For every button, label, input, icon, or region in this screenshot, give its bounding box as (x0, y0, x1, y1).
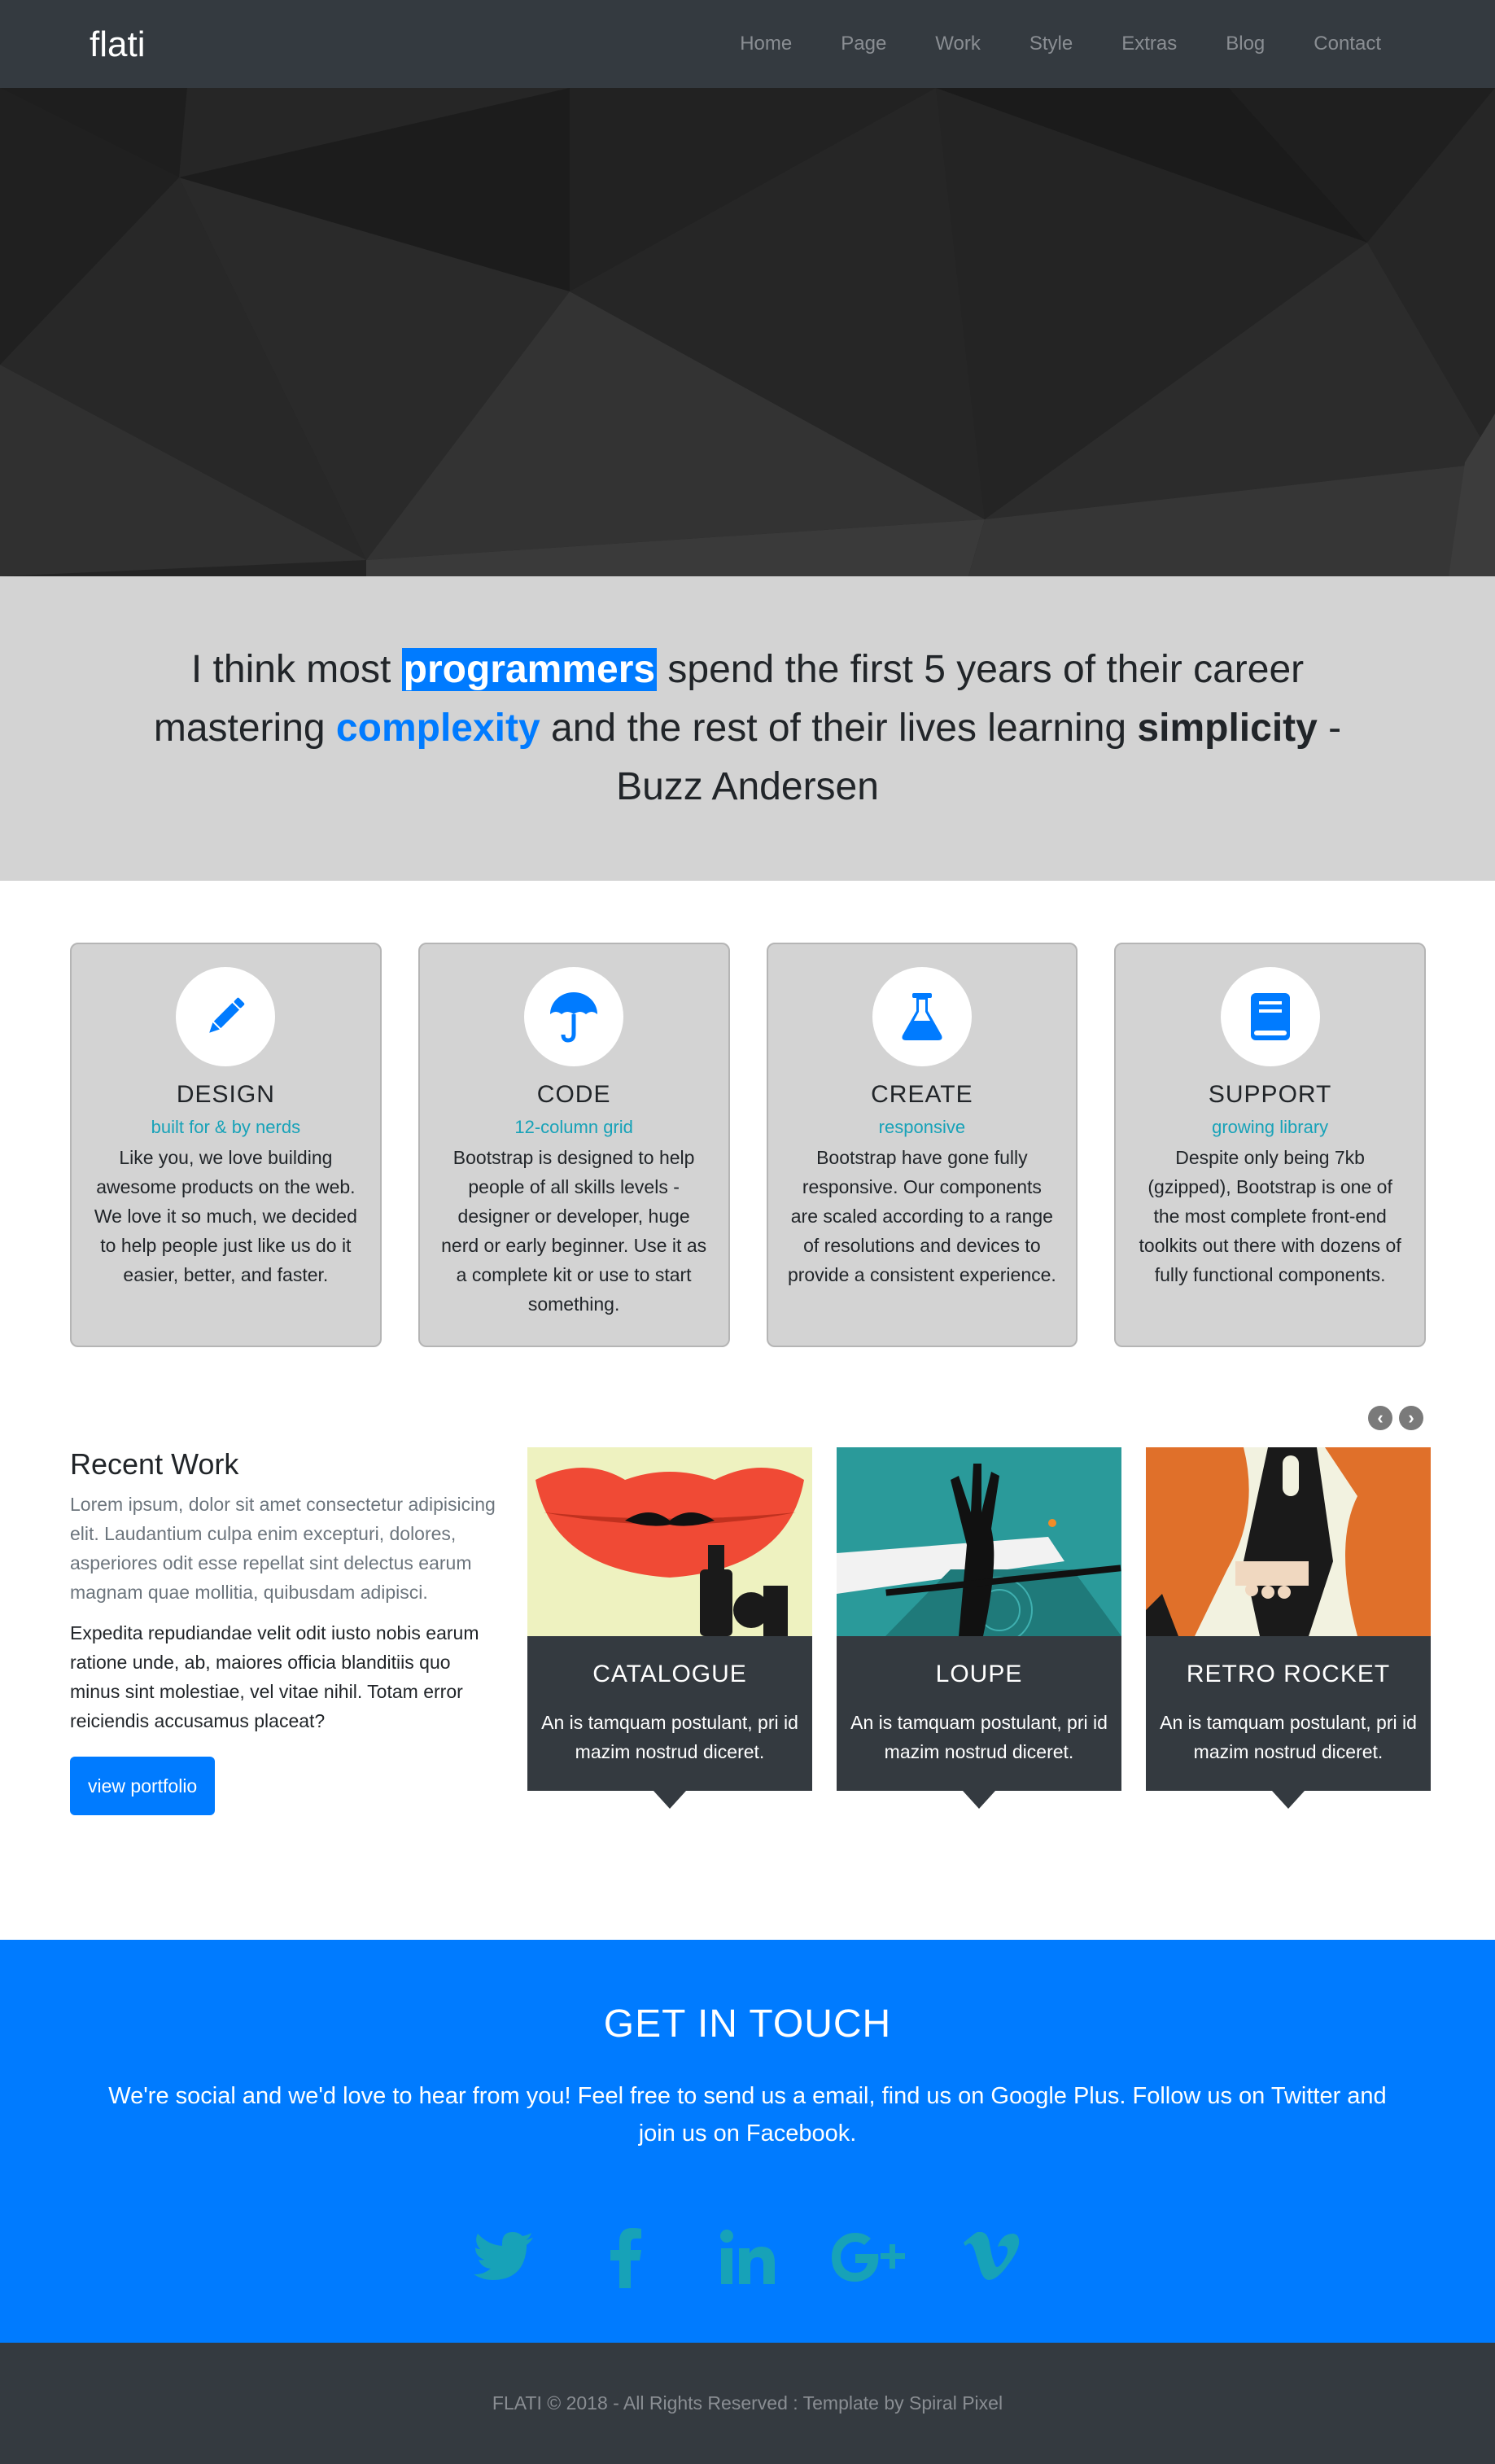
nav-item-blog[interactable]: Blog (1226, 33, 1265, 55)
caption-notch (963, 1791, 995, 1809)
quote-part-3: and the rest of their lives learning (540, 707, 1138, 750)
chevron-right-icon[interactable]: › (1399, 1406, 1423, 1430)
nav-item-contact[interactable]: Contact (1314, 33, 1381, 55)
vimeo-icon[interactable] (951, 2217, 1033, 2298)
feature-card-code: CODE 12-column grid Bootstrap is designe… (417, 943, 730, 1347)
feature-title: CODE (536, 1081, 611, 1108)
work-item-loupe[interactable]: LOUPE An is tamquam postulant, pri id ma… (837, 1447, 1121, 1809)
feature-description: Despite only being 7kb (gzipped), Bootst… (1139, 1147, 1401, 1285)
caption-notch (1272, 1791, 1305, 1809)
brand-logo[interactable]: flati (90, 24, 145, 65)
feature-title: DESIGN (176, 1081, 275, 1108)
chevron-left-icon[interactable]: ‹ (1368, 1406, 1392, 1430)
work-title: LOUPE (935, 1661, 1023, 1687)
work-title: CATALOGUE (592, 1661, 747, 1687)
nav-item-style[interactable]: Style (1029, 33, 1073, 55)
feature-description: Like you, we love building awesome produ… (94, 1147, 357, 1285)
work-description: An is tamquam postulant, pri id mazim no… (1160, 1712, 1417, 1762)
book-icon (1220, 967, 1320, 1066)
work-caption: RETRO ROCKET An is tamquam postulant, pr… (1146, 1636, 1431, 1809)
pencil-icon (176, 967, 276, 1066)
feature-description: Bootstrap have gone fully responsive. Ou… (787, 1147, 1056, 1285)
footer: FLATI © 2018 - All Rights Reserved : Tem… (0, 2343, 1495, 2464)
work-description: An is tamquam postulant, pri id mazim no… (850, 1712, 1108, 1762)
social-links (0, 2217, 1495, 2298)
linkedin-icon[interactable] (707, 2217, 789, 2298)
quote-part-1: I think most (190, 648, 402, 691)
quote-section: I think most programmers spend the first… (0, 576, 1495, 881)
nav-item-extras[interactable]: Extras (1121, 33, 1177, 55)
recent-work-intro: Recent Work Lorem ipsum, dolor sit amet … (70, 1447, 501, 1815)
google-plus-icon[interactable] (829, 2217, 911, 2298)
contact-section: GET IN TOUCH We're social and we'd love … (0, 1940, 1495, 2343)
feature-card-design: DESIGN built for & by nerds Like you, we… (70, 943, 382, 1347)
feature-subtitle: 12-column grid (514, 1117, 633, 1137)
recent-work-body: Expedita repudiandae velit odit iusto no… (70, 1622, 479, 1731)
twitter-icon[interactable] (463, 2217, 544, 2298)
feature-title: CREATE (871, 1081, 973, 1108)
facebook-icon[interactable] (585, 2217, 667, 2298)
view-portfolio-button[interactable]: view portfolio (70, 1757, 216, 1815)
contact-text: We're social and we'd love to hear from … (108, 2083, 1387, 2147)
quote-blue-word: complexity (335, 707, 540, 750)
work-item-retro-rocket[interactable]: RETRO ROCKET An is tamquam postulant, pr… (1146, 1447, 1431, 1809)
work-thumbnail[interactable] (1146, 1447, 1431, 1636)
features-row: DESIGN built for & by nerds Like you, we… (70, 943, 1426, 1347)
recent-work-title: Recent Work (70, 1447, 239, 1481)
nav-item-home[interactable]: Home (740, 33, 792, 55)
quote-highlight: programmers (401, 648, 658, 691)
feature-description: Bootstrap is designed to help people of … (441, 1147, 707, 1315)
work-thumbnail[interactable] (837, 1447, 1121, 1636)
work-item-catalogue[interactable]: CATALOGUE An is tamquam postulant, pri i… (527, 1447, 812, 1809)
feature-card-create: CREATE responsive Bootstrap have gone fu… (766, 943, 1078, 1347)
work-caption: LOUPE An is tamquam postulant, pri id ma… (837, 1636, 1121, 1809)
quote-bold-word: simplicity (1137, 707, 1318, 750)
work-title: RETRO ROCKET (1186, 1661, 1391, 1687)
nav-item-work[interactable]: Work (935, 33, 981, 55)
feature-subtitle: growing library (1212, 1117, 1329, 1137)
caption-notch (654, 1791, 686, 1809)
work-description: An is tamquam postulant, pri id mazim no… (541, 1712, 798, 1762)
umbrella-icon (524, 967, 624, 1066)
feature-title: SUPPORT (1208, 1081, 1332, 1108)
contact-title: GET IN TOUCH (603, 2002, 892, 2046)
hero-banner (0, 88, 1495, 576)
feature-subtitle: built for & by nerds (151, 1117, 301, 1137)
work-caption: CATALOGUE An is tamquam postulant, pri i… (527, 1636, 812, 1809)
work-thumbnail[interactable] (527, 1447, 812, 1636)
footer-copyright: FLATI © 2018 - All Rights Reserved : Tem… (492, 2392, 1003, 2414)
feature-card-support: SUPPORT growing library Despite only bei… (1114, 943, 1426, 1347)
feature-subtitle: responsive (878, 1117, 966, 1137)
hero-polygon-background (0, 88, 1495, 576)
nav-menu: Home Page Work Style Extras Blog Contact (740, 0, 1381, 88)
recent-work-lead: Lorem ipsum, dolor sit amet consectetur … (70, 1494, 496, 1603)
nav-item-page[interactable]: Page (841, 33, 886, 55)
flask-icon (872, 967, 972, 1066)
carousel-controls: ‹ › (1368, 1406, 1423, 1430)
navbar: flati Home Page Work Style Extras Blog C… (0, 0, 1495, 88)
quote-text: I think most programmers spend the first… (138, 641, 1358, 816)
